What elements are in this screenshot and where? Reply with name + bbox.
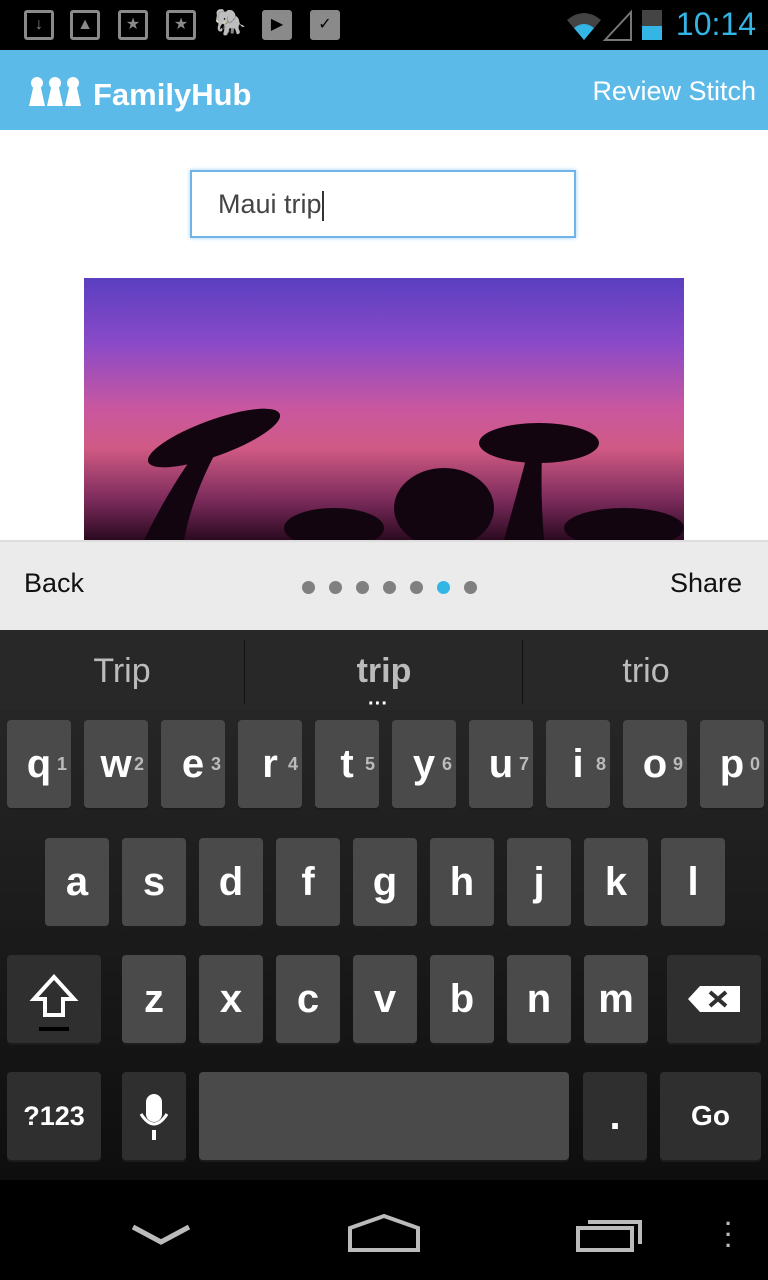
key-hint: 3	[210, 754, 221, 774]
clock: 10:14	[675, 6, 756, 42]
key-h[interactable]: h	[430, 838, 494, 926]
key-o[interactable]: o9	[623, 720, 687, 808]
key-r[interactable]: r4	[238, 720, 302, 808]
key-g[interactable]: g	[353, 838, 417, 926]
evernote-icon: 🐘	[214, 7, 247, 37]
key-c[interactable]: c	[276, 955, 340, 1043]
key-i[interactable]: i8	[546, 720, 610, 808]
key-label: w	[100, 742, 132, 786]
key-x[interactable]: x	[199, 955, 263, 1043]
key-j[interactable]: j	[507, 838, 571, 926]
key-hint: 5	[364, 754, 375, 774]
key-hint: 0	[749, 754, 760, 774]
key-n[interactable]: n	[507, 955, 571, 1043]
family-icon[interactable]	[28, 76, 82, 108]
key-p[interactable]: p0	[700, 720, 764, 808]
key-label: q	[26, 742, 52, 786]
key-label: y	[412, 742, 436, 786]
voice-input-key[interactable]	[122, 1072, 186, 1160]
page-indicator-dot[interactable]	[464, 581, 477, 594]
gallery-icon: ▲	[70, 10, 100, 40]
period-key[interactable]: .	[583, 1072, 647, 1160]
symbols-key[interactable]: ?123	[7, 1072, 101, 1160]
key-e[interactable]: e3	[161, 720, 225, 808]
key-hint: 8	[595, 754, 606, 774]
microphone-icon	[139, 1094, 169, 1140]
key-hint: 7	[518, 754, 529, 774]
key-hint: 1	[56, 754, 67, 774]
back-button[interactable]: Back	[24, 568, 84, 599]
key-t[interactable]: t5	[315, 720, 379, 808]
title-input[interactable]: Maui trip	[190, 170, 576, 238]
app-title[interactable]: FamilyHub	[93, 77, 251, 113]
play-store-icon: ▶	[262, 10, 292, 40]
palm-silhouettes	[144, 408, 684, 548]
review-stitch-button[interactable]: Review Stitch	[592, 76, 756, 107]
page-indicator-dot[interactable]	[302, 581, 315, 594]
divider	[244, 640, 245, 704]
key-q[interactable]: q1	[7, 720, 71, 808]
key-label: i	[572, 742, 584, 786]
text-caret	[321, 190, 324, 221]
bookmark-star-icon: ★	[166, 10, 196, 40]
home-icon[interactable]	[346, 1212, 422, 1254]
key-b[interactable]: b	[430, 955, 494, 1043]
key-z[interactable]: z	[122, 955, 186, 1043]
download-icon: ↓	[24, 10, 54, 40]
key-label: r	[262, 742, 278, 786]
space-key[interactable]	[199, 1072, 569, 1160]
key-label: e	[181, 742, 205, 786]
page-indicator-dot[interactable]	[383, 581, 396, 594]
hide-keyboard-icon[interactable]	[130, 1222, 192, 1250]
recent-apps-icon[interactable]	[574, 1214, 646, 1254]
key-f[interactable]: f	[276, 838, 340, 926]
key-label: u	[488, 742, 514, 786]
shift-key[interactable]	[7, 955, 101, 1043]
divider	[522, 640, 523, 704]
page-indicator-dot[interactable]	[329, 581, 342, 594]
signal-icons	[567, 9, 632, 41]
key-label: p	[719, 742, 745, 786]
go-key[interactable]: Go	[660, 1072, 761, 1160]
key-l[interactable]: l	[661, 838, 725, 926]
key-k[interactable]: k	[584, 838, 648, 926]
title-input-value: Maui trip	[218, 189, 322, 219]
key-hint: 6	[441, 754, 452, 774]
shift-icon	[29, 974, 79, 1031]
suggestion-3[interactable]: trio	[524, 652, 768, 691]
key-d[interactable]: d	[199, 838, 263, 926]
key-a[interactable]: a	[45, 838, 109, 926]
backspace-icon	[688, 986, 740, 1012]
bookmark-star-icon: ★	[118, 10, 148, 40]
key-u[interactable]: u7	[469, 720, 533, 808]
menu-icon[interactable]: · · ·	[725, 1213, 732, 1257]
page-indicator-dot[interactable]	[356, 581, 369, 594]
key-hint: 4	[287, 754, 298, 774]
key-y[interactable]: y6	[392, 720, 456, 808]
key-label: o	[642, 742, 668, 786]
page-indicator-dot[interactable]	[437, 581, 450, 594]
key-label: t	[340, 742, 354, 786]
share-button[interactable]: Share	[670, 568, 742, 599]
delete-key[interactable]	[667, 955, 761, 1043]
page-indicator-dot[interactable]	[410, 581, 423, 594]
suggestion-2[interactable]: trip	[262, 652, 506, 691]
key-hint: 2	[133, 754, 144, 774]
photo[interactable]	[84, 278, 684, 548]
battery-icon	[642, 10, 662, 40]
shopping-check-icon: ✓	[310, 10, 340, 40]
key-m[interactable]: m	[584, 955, 648, 1043]
key-w[interactable]: w2	[84, 720, 148, 808]
more-suggestions-icon: ···	[368, 693, 388, 715]
key-hint: 9	[672, 754, 683, 774]
key-v[interactable]: v	[353, 955, 417, 1043]
key-s[interactable]: s	[122, 838, 186, 926]
suggestion-1[interactable]: Trip	[0, 652, 244, 691]
